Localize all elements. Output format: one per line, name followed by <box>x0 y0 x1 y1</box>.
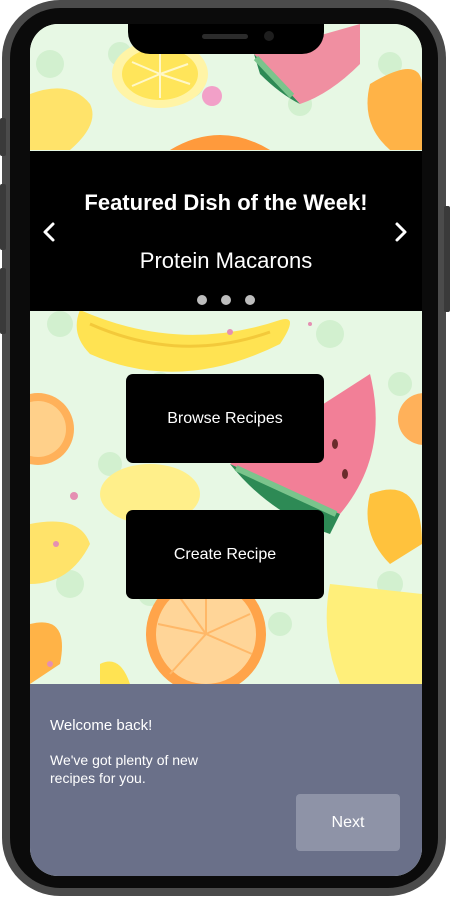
featured-dish-name[interactable]: Protein Macarons <box>30 248 422 274</box>
featured-title: Featured Dish of the Week! <box>84 190 368 215</box>
phone-notch <box>128 24 324 54</box>
camera-icon <box>264 31 274 41</box>
app-screen: Featured Dish of the Week! Protein Macar… <box>30 24 422 876</box>
carousel-indicator <box>30 295 422 305</box>
next-button-label: Next <box>331 813 365 831</box>
create-recipe-label: Create Recipe <box>173 545 277 563</box>
browse-recipes-button[interactable]: Browse Recipes <box>126 374 324 463</box>
carousel-dot[interactable] <box>197 295 207 305</box>
welcome-message: We've got plenty of new recipes for you. <box>50 752 198 786</box>
chevron-left-icon[interactable] <box>38 220 62 244</box>
side-button <box>0 268 6 334</box>
side-button <box>0 184 6 250</box>
featured-banner: Featured Dish of the Week! Protein Macar… <box>30 151 422 311</box>
side-button <box>444 206 450 312</box>
welcome-title: Welcome back! <box>50 717 153 734</box>
browse-recipes-label: Browse Recipes <box>167 409 283 427</box>
create-recipe-button[interactable]: Create Recipe <box>126 510 324 599</box>
side-button <box>0 118 6 156</box>
welcome-panel: Welcome back! We've got plenty of new re… <box>30 684 422 876</box>
next-button[interactable]: Next <box>296 794 400 851</box>
carousel-dot[interactable] <box>221 295 231 305</box>
carousel-dot[interactable] <box>245 295 255 305</box>
speaker-icon <box>202 34 248 39</box>
chevron-right-icon[interactable] <box>388 220 412 244</box>
